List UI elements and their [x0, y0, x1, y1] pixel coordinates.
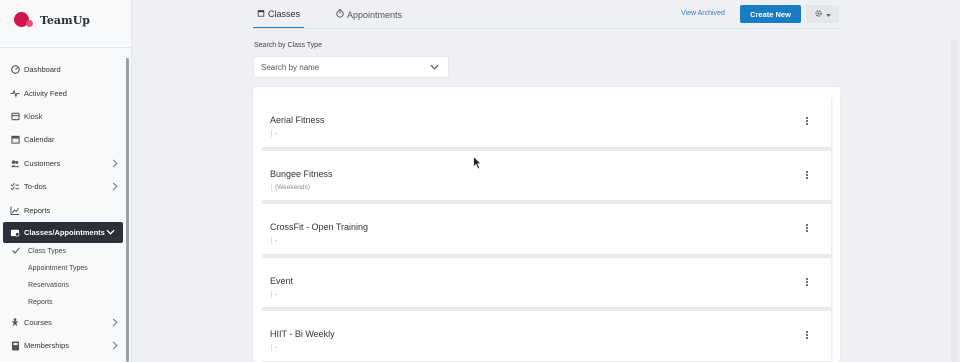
chevron-right-icon: [112, 159, 118, 170]
dashboard-icon: [10, 65, 20, 75]
kiosk-icon: [10, 111, 20, 121]
stopwatch-icon: [336, 9, 344, 20]
calendar-icon: [10, 135, 20, 145]
sidebar-item-label: Memberships: [24, 341, 70, 351]
search-placeholder: Search by name: [261, 62, 320, 72]
sidebar-item-reports[interactable]: Reports: [0, 198, 126, 221]
todos-icon: [10, 182, 20, 192]
sidebar-subitem-reservations[interactable]: Reservations: [0, 277, 126, 294]
sidebar-subitem-appointment-types[interactable]: Appointment Types: [0, 260, 126, 277]
sidebar-item-label: Courses: [24, 317, 52, 327]
sidebar-item-classes-appointments[interactable]: Classes/Appointments: [3, 221, 123, 243]
reports-icon: [10, 205, 20, 215]
settings-dropdown-button[interactable]: [806, 5, 839, 23]
sidebar-item-label: To-dos: [24, 182, 47, 192]
sidebar-subitem-label: Appointment Types: [28, 264, 88, 272]
more-options-icon[interactable]: [805, 277, 809, 286]
sidebar-subitem-label: Reports: [28, 298, 53, 306]
page-scrollbar[interactable]: [951, 40, 957, 362]
list-item[interactable]: HIIT - Bi Weekly -: [262, 311, 831, 362]
tab-bar-divider: [253, 28, 840, 29]
more-options-icon[interactable]: [805, 170, 809, 179]
sidebar-item-label: Dashboard: [24, 65, 61, 75]
sidebar-item-activity-feed[interactable]: Activity Feed: [0, 81, 126, 104]
sidebar-item-label: Customers: [24, 158, 61, 168]
class-type-detail: (Weekends): [271, 183, 310, 191]
sidebar-subitem-reports[interactable]: Reports: [0, 294, 126, 311]
tab-label: Classes: [268, 8, 301, 19]
list-item[interactable]: CrossFit - Open Training -: [262, 204, 831, 258]
sidebar-nav: Dashboard Activity Feed Kiosk Calendar C…: [0, 58, 126, 358]
class-types-list: Aerial Fitness - Bungee Fitness (Weekend…: [253, 87, 840, 362]
chevron-right-icon: [112, 182, 118, 193]
search-input[interactable]: Search by name: [253, 56, 449, 78]
courses-icon: [10, 317, 20, 327]
sidebar: TeamUp Dashboard Activity Feed Kiosk Cal…: [0, 0, 132, 362]
class-type-detail: -: [271, 237, 277, 244]
sidebar-item-dashboard[interactable]: Dashboard: [0, 58, 126, 81]
tab-label: Appointments: [347, 9, 403, 20]
mouse-cursor-icon: [473, 155, 483, 172]
sidebar-item-label: Calendar: [24, 135, 55, 145]
sidebar-subitem-label: Reservations: [28, 281, 69, 289]
chevron-down-icon: [430, 63, 439, 72]
more-options-icon[interactable]: [805, 224, 809, 232]
search-label: Search by Class Type: [254, 42, 322, 49]
sidebar-item-label: Kiosk: [24, 111, 43, 121]
check-icon: [12, 247, 20, 256]
sidebar-item-label: Reports: [24, 205, 51, 215]
sidebar-item-courses[interactable]: Courses: [0, 311, 126, 334]
chevron-right-icon: [112, 318, 118, 329]
class-type-detail: -: [271, 344, 277, 351]
sidebar-item-label: Classes/Appointments: [24, 227, 105, 237]
list-item[interactable]: Event -: [262, 257, 831, 311]
create-new-button[interactable]: Create New: [740, 5, 801, 23]
class-type-name: Aerial Fitness: [270, 115, 325, 125]
gear-icon: [814, 9, 823, 20]
customers-icon: [10, 158, 20, 168]
sidebar-item-calendar[interactable]: Calendar: [0, 128, 126, 151]
class-type-detail: -: [271, 290, 277, 298]
sidebar-item-label: Activity Feed: [24, 88, 67, 98]
logo[interactable]: TeamUp: [14, 10, 90, 30]
sidebar-item-kiosk[interactable]: Kiosk: [0, 105, 126, 128]
tab-bar: Classes Appointments: [253, 0, 434, 29]
sidebar-item-todos[interactable]: To-dos: [0, 175, 126, 198]
more-options-icon[interactable]: [805, 331, 809, 339]
view-archived-link[interactable]: View Archived: [681, 10, 725, 17]
memberships-icon: [10, 341, 20, 351]
sidebar-scrollbar[interactable]: [126, 58, 129, 362]
class-type-detail: -: [271, 130, 277, 137]
tab-classes[interactable]: Classes: [253, 0, 305, 29]
tab-appointments[interactable]: Appointments: [332, 0, 406, 29]
classes-icon: [10, 227, 20, 237]
class-type-name: HIIT - Bi Weekly: [270, 329, 335, 339]
chevron-down-icon: [106, 228, 115, 237]
caret-down-icon: [826, 10, 831, 19]
class-type-name: CrossFit - Open Training: [270, 222, 369, 232]
more-options-icon[interactable]: [805, 117, 809, 125]
class-type-name: Bungee Fitness: [270, 168, 333, 179]
sidebar-item-memberships[interactable]: Memberships: [0, 334, 126, 357]
sidebar-subitem-label: Class Types: [28, 247, 66, 255]
app-name: TeamUp: [40, 13, 90, 27]
list-item[interactable]: Aerial Fitness -: [262, 97, 831, 151]
teamup-logo-icon: [14, 10, 34, 30]
list-item[interactable]: Bungee Fitness (Weekends): [262, 150, 831, 204]
chevron-right-icon: [112, 341, 118, 352]
sidebar-item-customers[interactable]: Customers: [0, 152, 126, 175]
activity-icon: [10, 88, 20, 98]
sidebar-divider: [0, 47, 132, 48]
class-type-name: Event: [270, 275, 294, 286]
calendar-icon: [257, 9, 265, 19]
sidebar-subitem-class-types[interactable]: Class Types: [0, 243, 126, 260]
